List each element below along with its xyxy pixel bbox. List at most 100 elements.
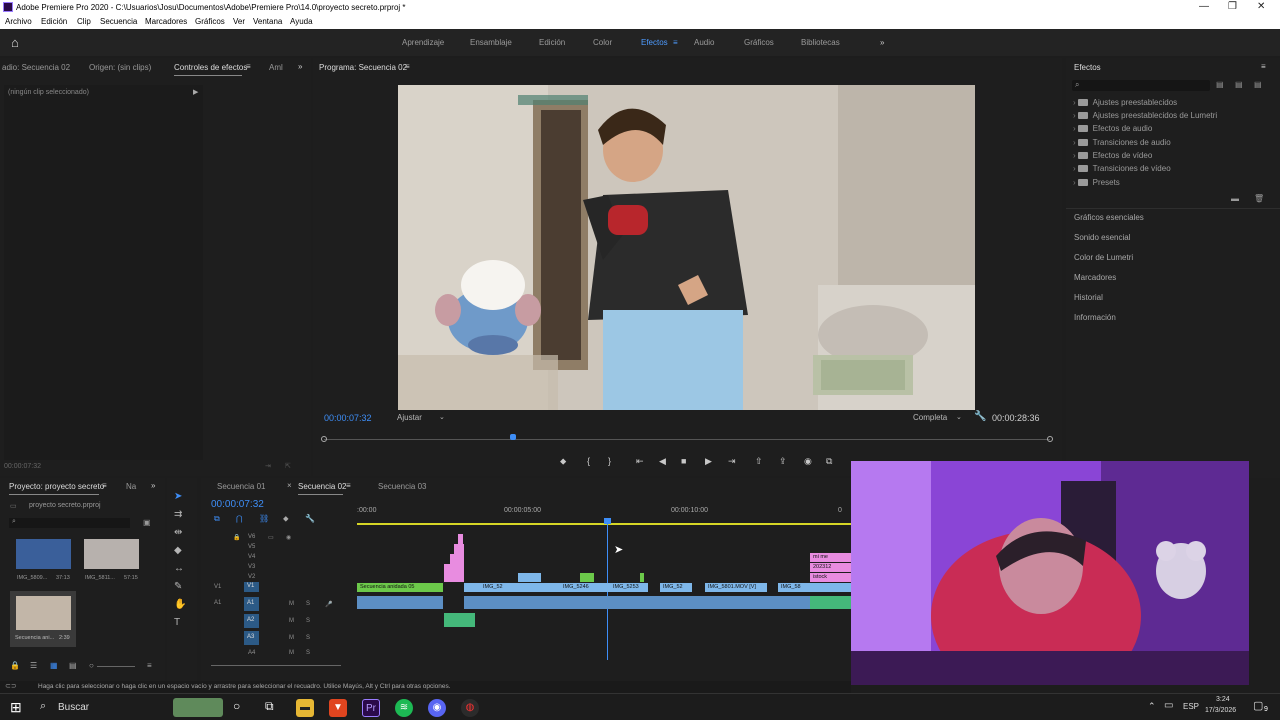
ws-efectos[interactable]: Efectos — [641, 38, 668, 47]
tab-metadata[interactable]: Aml — [269, 63, 283, 72]
step-back-icon[interactable]: ◀ — [659, 456, 666, 467]
clip-v1[interactable]: IMG_5246 — [560, 583, 598, 592]
track-v1[interactable]: V1 — [244, 582, 259, 592]
clip-pink[interactable] — [450, 554, 464, 564]
search-highlight-image[interactable] — [173, 698, 223, 717]
delete-icon[interactable]: 🗑 — [1254, 194, 1264, 203]
menu-clip[interactable]: Clip — [77, 17, 91, 26]
expand-arrow-icon[interactable]: ▶ — [193, 88, 198, 96]
clip-v1[interactable]: IMG_58 — [778, 583, 810, 592]
track-select-tool-icon[interactable]: ⇉ — [174, 509, 182, 520]
ws-color[interactable]: Color — [593, 38, 612, 47]
spotify-icon[interactable]: ≋ — [395, 699, 413, 717]
snap-icon[interactable]: ⋂ — [236, 514, 243, 523]
minimize-icon[interactable]: — — [1199, 1, 1209, 12]
compare-icon[interactable]: ⧉ — [826, 456, 832, 467]
yuv-effects-icon[interactable]: ▤ — [1254, 80, 1262, 89]
ws-edicion[interactable]: Edición — [539, 38, 565, 47]
type-tool-icon[interactable]: T — [174, 617, 180, 628]
project-more-icon[interactable]: » — [151, 481, 155, 490]
linked-selection-icon[interactable]: ⛓ — [259, 514, 269, 523]
ripple-edit-tool-icon[interactable]: ⇹ — [174, 527, 182, 538]
obs-icon[interactable]: ◍ — [461, 699, 479, 717]
effects-search-input[interactable]: ⌕ — [1072, 80, 1210, 91]
selection-tool-icon[interactable]: ➤ — [174, 491, 182, 502]
track-v3[interactable]: V3 — [248, 564, 255, 570]
nest-icon[interactable]: ⧉ — [214, 514, 220, 524]
list-view-icon[interactable]: ☰ — [30, 661, 37, 670]
effects-folder-video-transitions[interactable]: › Transiciones de vídeo — [1073, 164, 1171, 173]
zoom-slider[interactable] — [97, 666, 135, 667]
tray-chevron-icon[interactable]: ⌃ — [1148, 701, 1156, 712]
audio-clip-a1[interactable] — [357, 596, 851, 609]
razor-tool-icon[interactable]: ◆ — [174, 545, 182, 556]
accelerated-effects-icon[interactable]: ▤ — [1216, 80, 1224, 89]
hand-tool-icon[interactable]: ✋ — [174, 599, 186, 610]
program-menu-icon[interactable]: ≡ — [405, 62, 410, 71]
icon-view-icon[interactable]: ▦ — [50, 661, 58, 670]
pen-tool-icon[interactable]: ✎ — [174, 581, 182, 592]
sync-icon[interactable]: ▭ — [268, 534, 274, 541]
effect-controls-menu-icon[interactable]: ≡ — [246, 62, 251, 71]
brave-icon[interactable]: ▼ — [329, 699, 347, 717]
bin-selected[interactable]: Secuencia ani... 2:39 — [10, 591, 76, 647]
clock-date[interactable]: 17/3/2026 — [1205, 707, 1236, 714]
lock-icon[interactable]: 🔒 — [233, 534, 240, 541]
ws-aprendizaje[interactable]: Aprendizaje — [402, 38, 444, 47]
mark-out-icon[interactable]: } — [608, 456, 611, 466]
extract-icon[interactable]: ⇪ — [779, 456, 787, 467]
effects-title[interactable]: Efectos — [1074, 63, 1101, 72]
timeline-timecode[interactable]: 00:00:07:32 — [211, 499, 264, 510]
menu-graficos[interactable]: Gráficos — [195, 17, 225, 26]
32bit-effects-icon[interactable]: ▤ — [1235, 80, 1243, 89]
clip-pink[interactable] — [444, 564, 464, 582]
tab-secuencia-03[interactable]: Secuencia 03 — [378, 482, 426, 491]
network-icon[interactable]: ▭ — [1164, 700, 1173, 711]
scrub-end-handle[interactable] — [1047, 436, 1053, 442]
effects-folder-lumetri[interactable]: › Ajustes preestablecidos de Lumetri — [1073, 111, 1217, 120]
track-a1[interactable]: A1 — [244, 597, 259, 611]
ws-graficos[interactable]: Gráficos — [744, 38, 774, 47]
wrench-icon[interactable]: 🔧 — [974, 411, 986, 422]
section-markers[interactable]: Marcadores — [1074, 273, 1116, 282]
section-history[interactable]: Historial — [1074, 293, 1103, 302]
scrub-start-handle[interactable] — [321, 436, 327, 442]
ws-ensamblaje[interactable]: Ensamblaje — [470, 38, 512, 47]
clip-upper[interactable]: 202312 — [810, 563, 851, 572]
tab-effect-controls[interactable]: Controles de efectos — [174, 63, 247, 72]
sort-icon[interactable]: ≡ — [147, 661, 152, 670]
quality-dropdown[interactable]: Completa — [913, 413, 947, 422]
go-to-out-icon[interactable]: ⇥ — [728, 456, 736, 467]
stacked-pink-clips[interactable] — [444, 534, 464, 582]
clip-v1-segment[interactable] — [518, 583, 560, 592]
restore-icon[interactable]: ❐ — [1228, 1, 1237, 12]
playhead-handle[interactable] — [604, 518, 611, 524]
microphone-icon[interactable]: 🎤 — [325, 601, 332, 608]
section-info[interactable]: Información — [1074, 313, 1116, 322]
clip-v1[interactable]: IMG_52 — [480, 583, 518, 592]
close-icon[interactable]: ✕ — [1257, 1, 1265, 12]
mute-a2[interactable]: M — [289, 618, 294, 624]
lock-icon[interactable]: 🔒 — [10, 661, 20, 670]
discord-icon[interactable]: ◉ — [428, 699, 446, 717]
effects-folder-video-effects[interactable]: › Efectos de vídeo — [1073, 151, 1152, 160]
timeline-menu-icon[interactable]: ≡ — [346, 481, 351, 490]
tab-secuencia-01[interactable]: Secuencia 01 — [217, 482, 265, 491]
fit-dropdown[interactable]: Ajustar — [397, 413, 422, 422]
section-essential-graphics[interactable]: Gráficos esenciales — [1074, 213, 1144, 222]
mute-a1[interactable]: M — [289, 601, 294, 607]
program-video-frame[interactable] — [398, 85, 975, 410]
freeform-view-icon[interactable]: ▤ — [69, 661, 77, 670]
fit-chevron-icon[interactable]: ⌄ — [439, 413, 445, 421]
windows-start-icon[interactable]: ⊞ — [10, 699, 22, 716]
clip-v2[interactable] — [640, 573, 644, 582]
program-playhead[interactable] — [510, 434, 517, 440]
home-icon[interactable]: ⌂ — [11, 35, 19, 50]
ws-audio[interactable]: Audio — [694, 38, 714, 47]
track-v4[interactable]: V4 — [248, 554, 255, 560]
track-v6[interactable]: V6 — [248, 534, 255, 540]
clip-v1[interactable]: IMG_52 — [660, 583, 692, 592]
solo-a2[interactable]: S — [306, 618, 310, 624]
program-scrubber[interactable] — [321, 434, 1053, 442]
solo-a4[interactable]: S — [306, 650, 310, 656]
